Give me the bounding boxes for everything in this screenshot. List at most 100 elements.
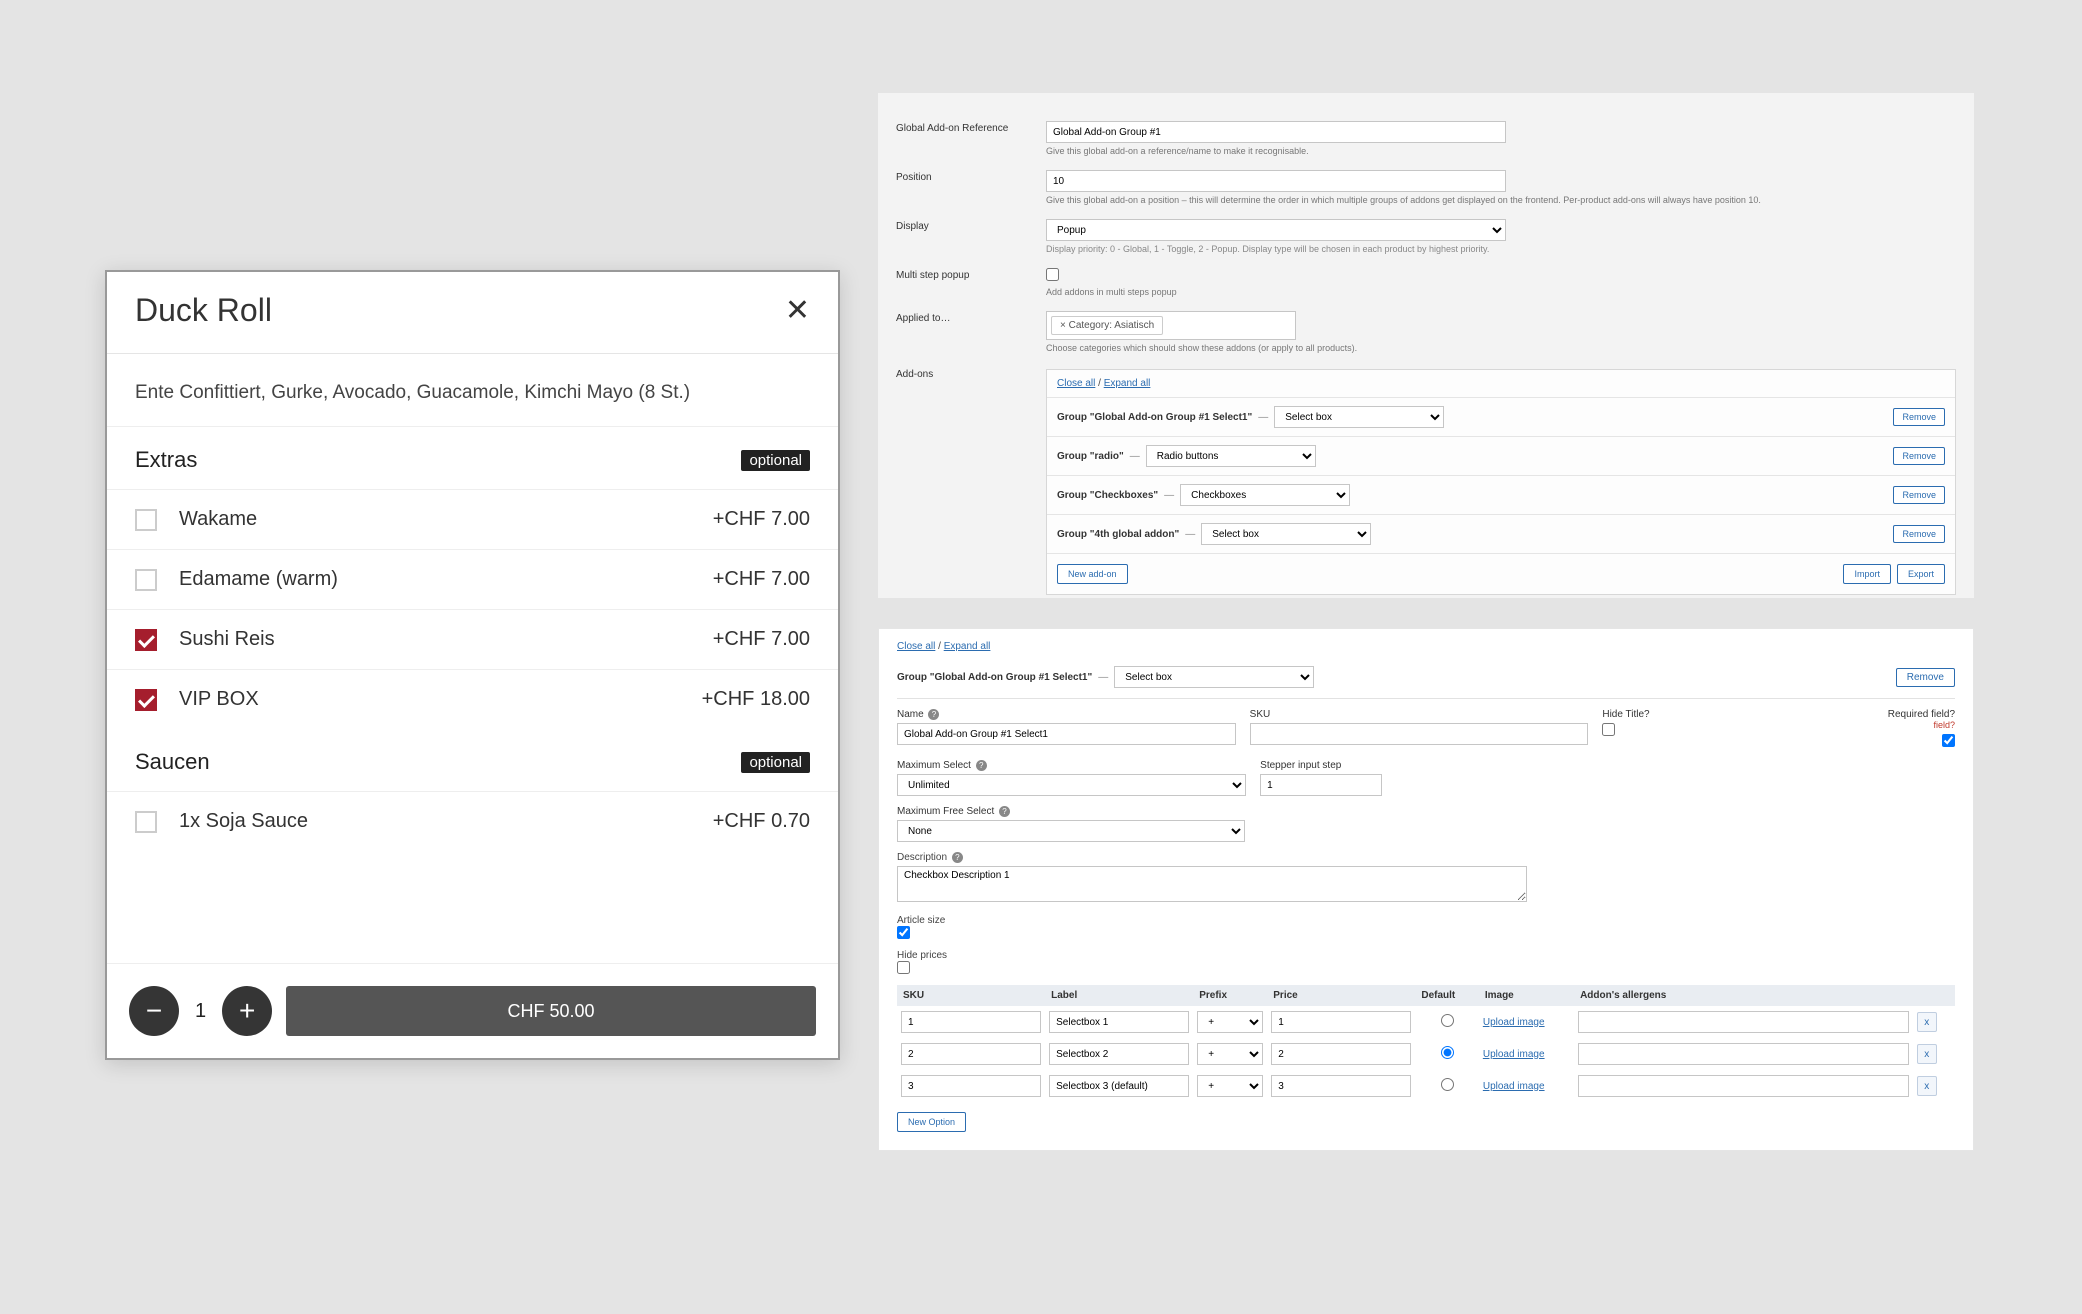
expand-all-link[interactable]: Expand all <box>944 641 991 652</box>
group-type-select[interactable]: Select box <box>1274 406 1444 428</box>
th-sku: SKU <box>897 985 1045 1006</box>
checkbox-icon[interactable] <box>135 689 157 711</box>
remove-group-button[interactable]: Remove <box>1893 525 1945 543</box>
maxfree-label: Maximum Free Select ? <box>897 806 1245 817</box>
close-all-link[interactable]: Close all <box>1057 378 1095 389</box>
checkbox-icon[interactable] <box>135 811 157 833</box>
addon-price: +CHF 7.00 <box>713 508 810 531</box>
hide-title-checkbox[interactable] <box>1602 723 1615 736</box>
close-icon[interactable]: ✕ <box>785 293 810 328</box>
article-size-checkbox[interactable] <box>897 926 910 939</box>
max-select[interactable]: Unlimited <box>897 774 1246 796</box>
maxfree-select[interactable]: None <box>897 820 1245 842</box>
add-to-cart-button[interactable]: CHF 50.00 <box>286 986 816 1036</box>
pos-input[interactable] <box>1046 170 1506 192</box>
opt-prefix-select[interactable]: + <box>1197 1011 1263 1033</box>
new-option-button[interactable]: New Option <box>897 1112 966 1132</box>
section-head-saucen: Saucen optional <box>107 729 838 791</box>
opt-default-radio[interactable] <box>1441 1014 1454 1027</box>
info-icon: ? <box>999 806 1010 817</box>
addon-group-row: Group "radio"— Radio buttons Remove <box>1047 436 1955 475</box>
multistep-label: Multi step popup <box>896 268 1046 297</box>
opt-prefix-select[interactable]: + <box>1197 1043 1263 1065</box>
opt-default-radio[interactable] <box>1441 1046 1454 1059</box>
delete-option-button[interactable]: x <box>1917 1044 1937 1064</box>
group-type-select[interactable]: Select box <box>1201 523 1371 545</box>
remove-group-button[interactable]: Remove <box>1893 486 1945 504</box>
group-name: Group "radio" <box>1057 451 1124 462</box>
display-select[interactable]: Popup <box>1046 219 1506 241</box>
addon-row[interactable]: 1x Soja Sauce +CHF 0.70 <box>107 791 838 851</box>
remove-group-button[interactable]: Remove <box>1893 447 1945 465</box>
decrease-qty-button[interactable]: − <box>129 986 179 1036</box>
multistep-checkbox[interactable] <box>1046 268 1059 281</box>
pos-label: Position <box>896 170 1046 205</box>
opt-price-input[interactable] <box>1271 1011 1411 1033</box>
opt-prefix-select[interactable]: + <box>1197 1075 1263 1097</box>
popup-sections[interactable]: Extras optional Wakame +CHF 7.00 Edamame… <box>107 427 838 963</box>
new-addon-button[interactable]: New add-on <box>1057 564 1128 584</box>
optional-badge: optional <box>741 752 810 773</box>
required-checkbox[interactable] <box>1942 734 1955 747</box>
import-button[interactable]: Import <box>1843 564 1891 584</box>
opt-allergens-input[interactable] <box>1578 1075 1909 1097</box>
hide-prices-label: Hide prices <box>897 950 1955 961</box>
option-row: + Upload image x <box>897 1006 1955 1038</box>
sku-input[interactable] <box>1250 723 1589 745</box>
opt-label-input[interactable] <box>1049 1043 1189 1065</box>
delete-option-button[interactable]: x <box>1917 1076 1937 1096</box>
remove-group-button[interactable]: Remove <box>1893 408 1945 426</box>
addon-row[interactable]: Edamame (warm) +CHF 7.00 <box>107 549 838 609</box>
opt-sku-input[interactable] <box>901 1043 1041 1065</box>
upload-image-link[interactable]: Upload image <box>1483 1017 1545 1028</box>
ref-input[interactable] <box>1046 121 1506 143</box>
addon-row[interactable]: VIP BOX +CHF 18.00 <box>107 669 838 729</box>
opt-allergens-input[interactable] <box>1578 1011 1909 1033</box>
addon-group-row: Group "Checkboxes"— Checkboxes Remove <box>1047 475 1955 514</box>
addons-label: Add-ons <box>896 367 1046 595</box>
top-links: Close all / Expand all <box>897 641 1955 652</box>
opt-price-input[interactable] <box>1271 1043 1411 1065</box>
checkbox-icon[interactable] <box>135 569 157 591</box>
export-button[interactable]: Export <box>1897 564 1945 584</box>
name-input[interactable] <box>897 723 1236 745</box>
group-type-select[interactable]: Checkboxes <box>1180 484 1350 506</box>
addons-head: Close all / Expand all <box>1047 370 1955 397</box>
info-icon: ? <box>952 852 963 863</box>
addon-row[interactable]: Wakame +CHF 7.00 <box>107 489 838 549</box>
opt-label-input[interactable] <box>1049 1075 1189 1097</box>
checkbox-icon[interactable] <box>135 509 157 531</box>
popup-description: Ente Confittiert, Gurke, Avocado, Guacam… <box>107 354 838 427</box>
applied-tag-container[interactable]: × Category: Asiatisch <box>1046 311 1296 340</box>
display-label: Display <box>896 219 1046 254</box>
hide-prices-checkbox[interactable] <box>897 961 910 974</box>
opt-allergens-input[interactable] <box>1578 1043 1909 1065</box>
group-type-select[interactable]: Radio buttons <box>1146 445 1316 467</box>
remove-button[interactable]: Remove <box>1896 668 1955 687</box>
th-price: Price <box>1267 985 1415 1006</box>
upload-image-link[interactable]: Upload image <box>1483 1081 1545 1092</box>
group-type-select[interactable]: Select box <box>1114 666 1314 688</box>
hide-title-label: Hide Title? <box>1602 709 1805 720</box>
expand-all-link[interactable]: Expand all <box>1104 378 1151 389</box>
pos-help: Give this global add-on a position – thi… <box>1046 195 1956 205</box>
description-input[interactable] <box>897 866 1527 902</box>
opt-sku-input[interactable] <box>901 1011 1041 1033</box>
addon-group-row: Group "4th global addon"— Select box Rem… <box>1047 514 1955 553</box>
checkbox-icon[interactable] <box>135 629 157 651</box>
delete-option-button[interactable]: x <box>1917 1012 1937 1032</box>
addon-price: +CHF 7.00 <box>713 568 810 591</box>
opt-label-input[interactable] <box>1049 1011 1189 1033</box>
optional-badge: optional <box>741 450 810 471</box>
step-input[interactable] <box>1260 774 1382 796</box>
category-chip[interactable]: × Category: Asiatisch <box>1051 316 1163 335</box>
opt-default-radio[interactable] <box>1441 1078 1454 1091</box>
opt-price-input[interactable] <box>1271 1075 1411 1097</box>
article-size-label: Article size <box>897 915 1955 926</box>
close-all-link[interactable]: Close all <box>897 641 935 652</box>
upload-image-link[interactable]: Upload image <box>1483 1049 1545 1060</box>
opt-sku-input[interactable] <box>901 1075 1041 1097</box>
increase-qty-button[interactable]: + <box>222 986 272 1036</box>
addon-row[interactable]: Sushi Reis +CHF 7.00 <box>107 609 838 669</box>
ref-help: Give this global add-on a reference/name… <box>1046 146 1956 156</box>
